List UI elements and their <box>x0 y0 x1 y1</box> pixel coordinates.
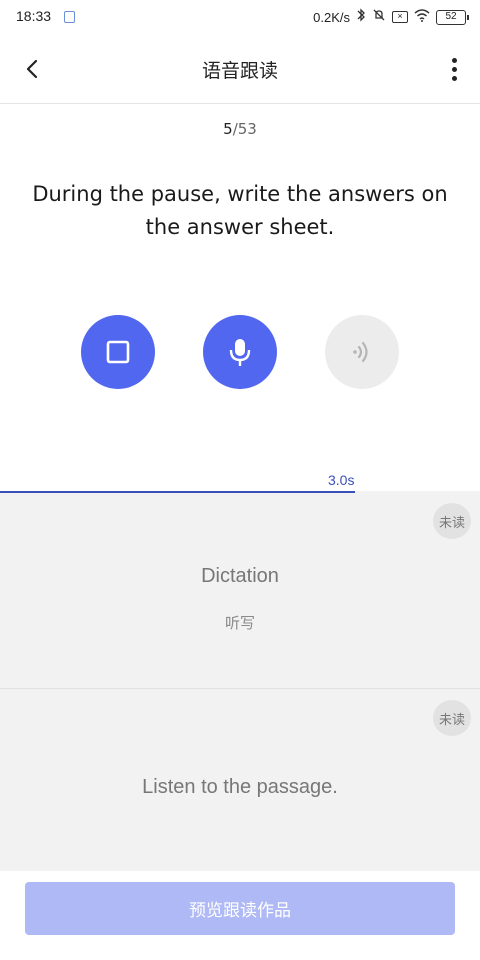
bluetooth-icon <box>356 8 366 26</box>
list-item[interactable]: 未读 Dictation 听写 <box>0 493 480 689</box>
list-item-subtitle: 听写 <box>224 614 255 632</box>
footer: 预览跟读作品 <box>0 871 480 960</box>
more-vertical-icon <box>451 57 457 63</box>
unread-badge: 未读 <box>433 700 471 736</box>
microphone-icon <box>229 339 251 366</box>
list-item-title: Dictation <box>201 565 279 587</box>
battery-icon: 52 <box>436 9 469 25</box>
status-time: 18:33 <box>16 8 52 24</box>
list-item[interactable]: 未读 Listen to the passage. <box>0 690 480 871</box>
total-count: 53 <box>237 120 257 138</box>
sim-icon: × <box>392 11 408 23</box>
audio-wave-icon <box>353 341 368 363</box>
notification-icon <box>64 11 75 23</box>
timer-label: 3.0s <box>328 472 355 488</box>
app-header: 语音跟读 <box>0 34 480 104</box>
more-options-button[interactable] <box>444 54 464 84</box>
unread-badge: 未读 <box>433 503 471 539</box>
current-index: 5 <box>223 120 233 138</box>
page-title: 语音跟读 <box>201 60 278 82</box>
status-bar: 18:33 0.2K/s × 52 <box>0 0 480 34</box>
sentence-list: 未读 Dictation 听写 未读 Listen to the passage… <box>0 493 480 871</box>
wifi-icon <box>414 8 430 26</box>
sentence-counter: 5/53 <box>0 120 480 138</box>
stop-button[interactable] <box>81 315 155 389</box>
more-vertical-icon <box>451 66 457 72</box>
stop-icon <box>106 340 130 364</box>
playback-button[interactable] <box>325 315 399 389</box>
sentence-text: During the pause, write the answers on t… <box>32 182 448 239</box>
list-item-title: Listen to the passage. <box>142 776 338 798</box>
network-speed: 0.2K/s <box>313 9 350 25</box>
status-right-group: 0.2K/s × 52 <box>313 8 469 26</box>
more-vertical-icon <box>451 75 457 81</box>
mute-icon <box>372 8 386 26</box>
record-button[interactable] <box>203 315 277 389</box>
preview-recording-button[interactable]: 预览跟读作品 <box>25 882 455 935</box>
